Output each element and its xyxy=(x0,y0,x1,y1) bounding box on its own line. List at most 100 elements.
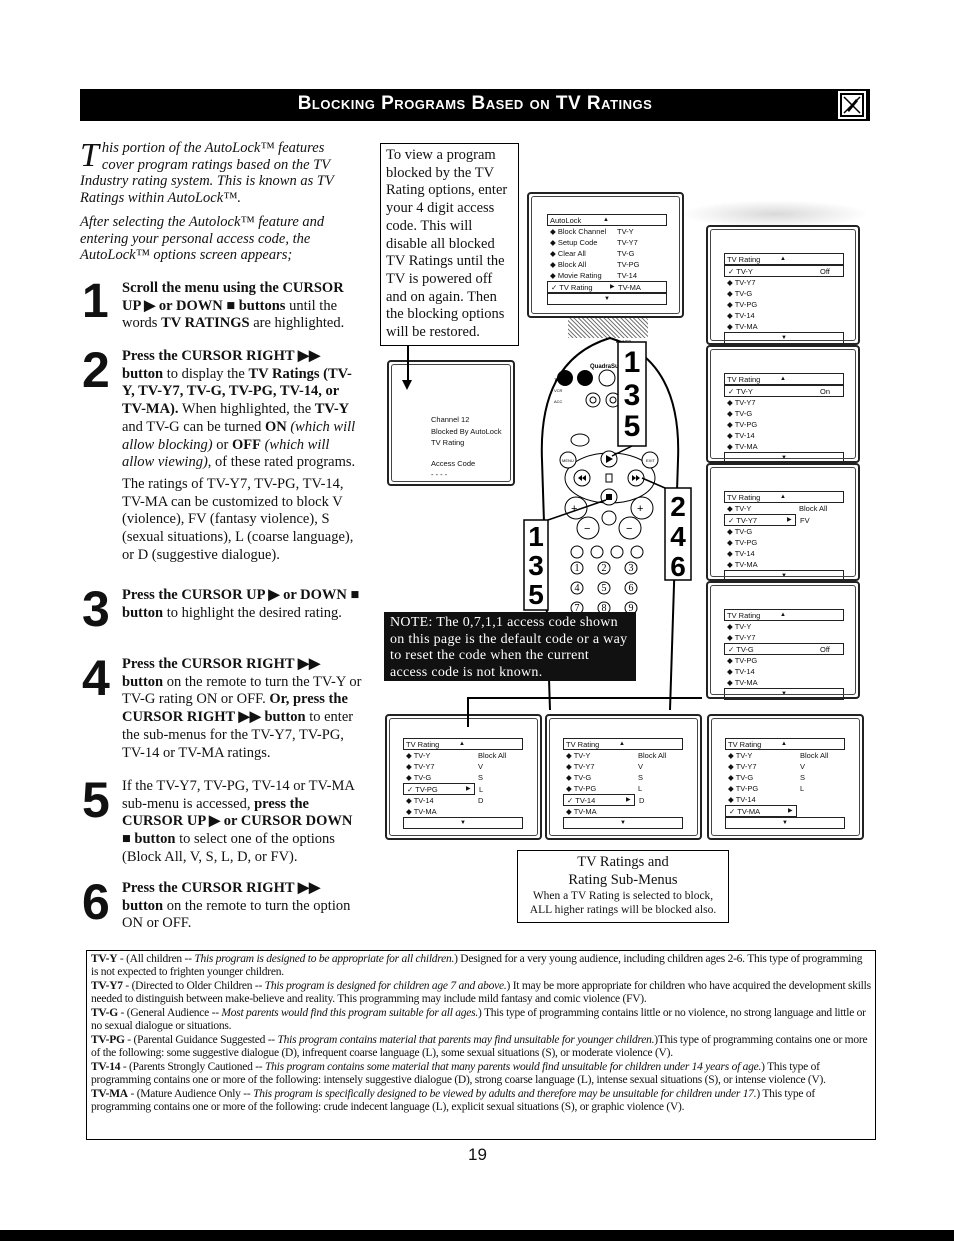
rating-item[interactable]: ◆ TV-Y Block All xyxy=(724,503,844,514)
rating-item[interactable]: ◆ TV-PG L xyxy=(725,783,845,794)
sub-option: L xyxy=(800,784,805,793)
svg-text:3: 3 xyxy=(629,563,634,574)
rating-item[interactable]: ◆ TV-PG xyxy=(724,655,844,666)
rating-item[interactable]: ◆ TV-Y7 V xyxy=(725,761,845,772)
rating-label: TV-MA xyxy=(734,560,758,569)
rating-item[interactable]: ◆ TV-14 xyxy=(724,548,844,559)
rating-item[interactable]: ◆ TV-14 xyxy=(724,430,844,441)
step-text: Press the CURSOR RIGHT ▶▶ button on the … xyxy=(122,656,362,761)
rating-item[interactable]: ◆ TV-MA xyxy=(724,677,844,688)
rating-item[interactable]: ◆ TV-Y7 xyxy=(724,277,844,288)
rating-item[interactable]: ◆ TV-G xyxy=(724,288,844,299)
menu-item[interactable]: ◆ Movie Rating TV-14 xyxy=(547,270,667,281)
down-arrow-icon: ▼ xyxy=(563,817,683,829)
rating-item[interactable]: ◆ TV-MA xyxy=(403,806,523,817)
rating-item[interactable]: ◆ TV-MA xyxy=(563,806,683,817)
svg-text:4: 4 xyxy=(575,583,580,594)
rating-item[interactable]: ◆ TV-Y Block All xyxy=(403,750,523,761)
rating-item[interactable]: ◆ TV-Y7 xyxy=(724,632,844,643)
menu-item[interactable]: ◆ Block Channel TV-Y xyxy=(547,226,667,237)
rating-label: TV-14 xyxy=(734,431,755,440)
bullet-icon: ◆ xyxy=(727,278,735,287)
menu-item[interactable]: ✓ TV Rating ▶ TV-MA xyxy=(547,281,667,293)
rating-item[interactable]: ◆ TV-Y7 xyxy=(724,397,844,408)
menu-item-label: Clear All xyxy=(557,249,586,258)
rating-item[interactable]: ✓ TV-Y7 ▶ FV xyxy=(724,514,810,526)
check-icon: ✓ xyxy=(728,387,737,396)
rating-item[interactable]: ◆ TV-PG xyxy=(724,299,844,310)
rating-label: TV-Y7 xyxy=(573,762,595,771)
rating-item[interactable]: ◆ TV-14 xyxy=(724,310,844,321)
definition-tv-y: TV-Y - (All children -- This program is … xyxy=(91,953,863,978)
rating-item[interactable]: ◆ TV-14 D xyxy=(403,795,523,806)
rating-label: TV-Y xyxy=(734,622,752,631)
rating-item[interactable]: ◆ TV-MA xyxy=(724,441,844,452)
tv-rating-screen: TV Rating ▲ ✓ TV-Y Off ◆ TV-Y7 ◆ TV-G ◆ TV-PG ◆… xyxy=(706,225,860,345)
menu-item[interactable]: ◆ Clear All TV-G xyxy=(547,248,667,259)
svg-text:2: 2 xyxy=(602,563,607,574)
sub-option: V xyxy=(478,762,484,771)
bullet-icon: ◆ xyxy=(566,773,574,782)
svg-text:1: 1 xyxy=(575,563,580,574)
rating-item[interactable]: ◆ TV-14 xyxy=(725,794,845,805)
rating-summary: This program contains material that pare… xyxy=(277,1034,655,1047)
menu-item-label: Setup Code xyxy=(557,238,598,247)
rating-label: TV-PG xyxy=(735,784,759,793)
rating-item[interactable]: ◆ TV-G xyxy=(724,408,844,419)
pencil-check-icon xyxy=(838,91,866,119)
rating-item[interactable]: ✓ TV-PG ▶ L xyxy=(403,783,483,795)
rating-item[interactable]: ◆ TV-Y Block All xyxy=(725,750,845,761)
menu-title: TV Rating ▲ xyxy=(724,253,844,265)
bullet-icon: ◆ xyxy=(727,527,735,536)
rating-item[interactable]: ◆ TV-Y xyxy=(724,621,844,632)
rating-label: TV-Y xyxy=(413,751,431,760)
rating-item[interactable]: ◆ TV-MA xyxy=(724,559,844,570)
menu-item[interactable]: ◆ Setup Code TV-Y7 xyxy=(547,237,667,248)
rating-label: TV-G xyxy=(736,645,754,654)
rating-label: TV-14 xyxy=(413,796,434,805)
rating-label: TV-Y xyxy=(736,387,753,396)
tv-rating-screen: TV Rating ▲ ◆ TV-Y ◆ TV-Y7 ✓ TV-G Off ◆ TV-PG ◆… xyxy=(706,581,860,700)
rating-label: TV-14 xyxy=(735,795,756,804)
rating-item[interactable]: ✓ TV-Y On xyxy=(724,385,844,397)
rating-item[interactable]: ◆ TV-14 xyxy=(724,666,844,677)
bullet-icon: ◆ xyxy=(727,622,735,631)
rating-item[interactable]: ◆ TV-G S xyxy=(403,772,523,783)
step-number: 2 xyxy=(82,342,110,398)
rating-item[interactable]: ◆ TV-G S xyxy=(725,772,845,783)
rating-item[interactable]: ✓ TV-14 ▶ D xyxy=(563,794,644,806)
rating-item[interactable]: ◆ TV-G S xyxy=(563,772,683,783)
menu-item[interactable]: ◆ Block All TV-PG xyxy=(547,259,667,270)
sub-option: S xyxy=(800,773,806,782)
rating-item[interactable]: ◆ TV-PG xyxy=(724,419,844,430)
tv-rating-screen: TV Rating ▲ ◆ TV-Y Block All ◆ TV-Y7 V ◆ TV-G S… xyxy=(707,714,864,840)
rating-label: TV-Y7 xyxy=(736,516,758,525)
rating-code: TV-PG xyxy=(91,1034,125,1047)
check-icon: ✓ xyxy=(728,516,737,525)
rating-summary: This program is designed for children ag… xyxy=(264,980,507,993)
menu-item-label: Block Channel xyxy=(557,227,607,236)
rating-item[interactable]: ✓ TV-Y Off xyxy=(724,265,844,277)
bullet-icon: ◆ xyxy=(727,560,735,569)
rating-item[interactable]: ◆ TV-Y7 V xyxy=(563,761,683,772)
bullet-icon: ◆ xyxy=(550,271,558,280)
rating-item[interactable]: ✓ TV-MA ▶ xyxy=(725,805,797,817)
rating-label: TV-14 xyxy=(575,796,596,805)
rating-item[interactable]: ◆ TV-G xyxy=(724,526,844,537)
rating-item[interactable]: ◆ TV-Y Block All xyxy=(563,750,683,761)
bottom-bar xyxy=(0,1230,954,1241)
rating-item[interactable]: ◆ TV-PG xyxy=(724,537,844,548)
rating-label: TV-G xyxy=(734,409,753,418)
figure-caption: TV Ratings and Rating Sub-Menus When a T… xyxy=(517,850,729,923)
svg-text:−: − xyxy=(626,523,632,535)
tv-rating-menu: TV Rating ▲ ◆ TV-Y ◆ TV-Y7 ✓ TV-G Off ◆ TV-PG ◆… xyxy=(724,609,844,700)
intro-paragraph-2: After selecting the Autolock™ feature an… xyxy=(80,214,325,263)
rating-summary: This program is specifically designed to… xyxy=(253,1088,757,1101)
rating-label: TV-MA xyxy=(734,678,758,687)
rating-item[interactable]: ◆ TV-PG L xyxy=(563,783,683,794)
bullet-icon: ◆ xyxy=(727,678,735,687)
rating-item[interactable]: ✓ TV-G Off xyxy=(724,643,844,655)
rating-item[interactable]: ◆ TV-Y7 V xyxy=(403,761,523,772)
rating-item[interactable]: ◆ TV-MA xyxy=(724,321,844,332)
rating-label: TV-Y7 xyxy=(735,762,757,771)
